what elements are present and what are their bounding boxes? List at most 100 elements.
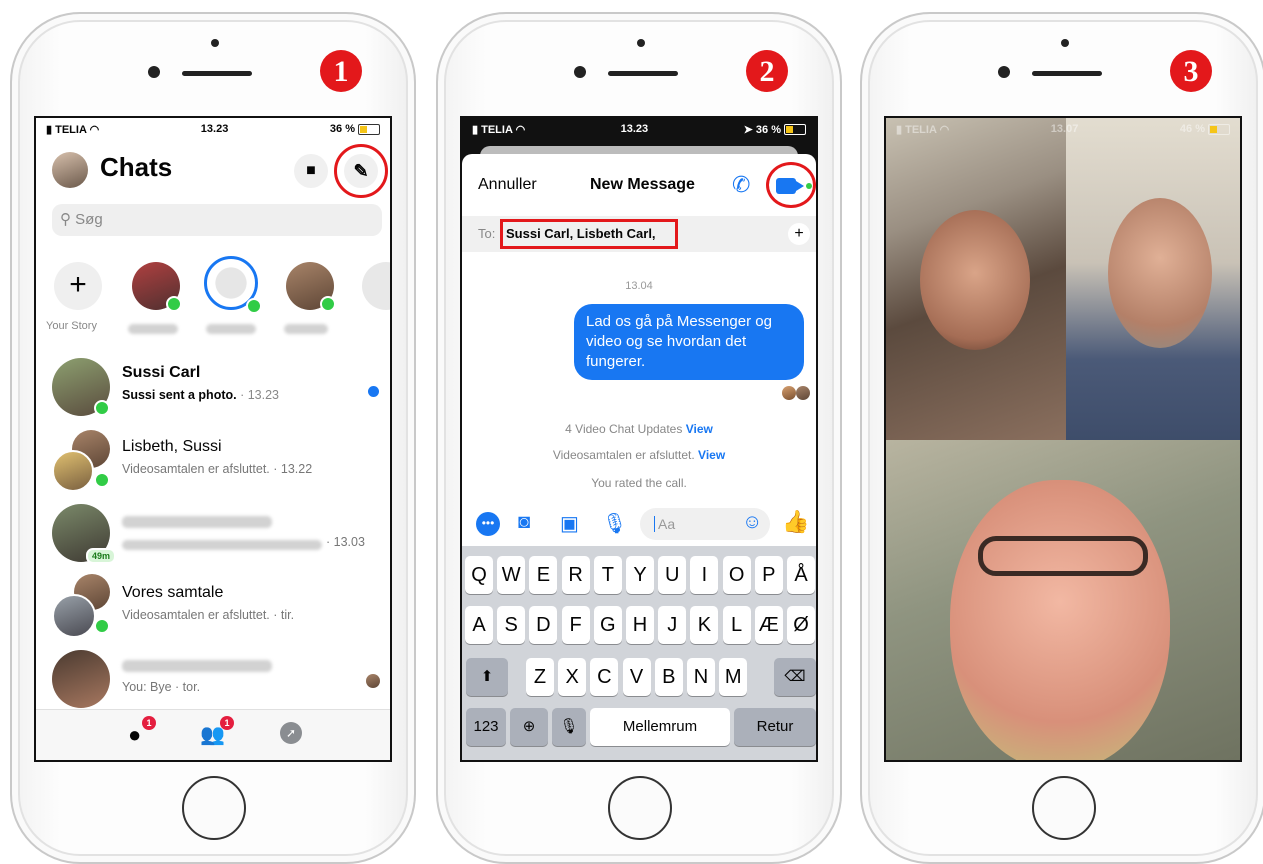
- tab-people[interactable]: 👥 1: [200, 716, 234, 747]
- more-button[interactable]: •••: [476, 512, 500, 536]
- sensor-dot: [1061, 39, 1069, 47]
- camera-button[interactable]: ■: [294, 154, 328, 188]
- view-link[interactable]: View: [686, 422, 713, 436]
- add-recipient-button[interactable]: +: [788, 223, 810, 245]
- voice-button[interactable]: 🎙: [602, 511, 627, 536]
- shift-key[interactable]: ⬆: [466, 658, 508, 696]
- gallery-button[interactable]: ▣: [560, 511, 579, 536]
- unread-dot: [368, 386, 379, 397]
- wifi-icon: ◠: [939, 123, 950, 136]
- message-input[interactable]: Aa ☺: [640, 508, 770, 540]
- view-link[interactable]: View: [698, 448, 725, 462]
- key[interactable]: I: [690, 556, 719, 594]
- key[interactable]: S: [497, 606, 526, 644]
- search-input[interactable]: ⚲ Søg: [52, 204, 382, 236]
- key[interactable]: E: [529, 556, 558, 594]
- to-field[interactable]: To: Sussi Carl, Lisbeth Carl, +: [462, 216, 816, 252]
- profile-avatar[interactable]: [52, 152, 88, 188]
- space-key[interactable]: Mellemrum: [590, 708, 730, 746]
- like-button[interactable]: 👍: [782, 509, 809, 535]
- system-message: Videosamtalen er afsluttet. View: [462, 448, 816, 462]
- key[interactable]: N: [687, 658, 715, 696]
- numbers-key[interactable]: 123: [466, 708, 506, 746]
- add-story-button[interactable]: +: [54, 262, 102, 310]
- video-tile-participant-1: [886, 118, 1066, 440]
- key[interactable]: X: [558, 658, 587, 696]
- tab-badge: 1: [142, 716, 156, 730]
- backspace-key[interactable]: ⌫: [774, 658, 816, 696]
- phone-1: 1 ▮ TELIA ◠ 13.23 36 % Chats ■ ✎ ⚲ Søg +…: [10, 12, 416, 864]
- earpiece-speaker: [182, 71, 252, 76]
- key[interactable]: T: [593, 556, 622, 594]
- key[interactable]: F: [561, 606, 590, 644]
- battery-percent: 36 %: [755, 123, 781, 136]
- chat-preview: Videosamtalen er afsluttet. · tir.: [122, 608, 295, 622]
- front-camera: [574, 66, 586, 78]
- key[interactable]: K: [690, 606, 719, 644]
- front-camera: [998, 66, 1010, 78]
- key[interactable]: J: [658, 606, 687, 644]
- online-indicator: [246, 298, 262, 314]
- status-bar: ▮ TELIA ◠ 13.23 36 %: [36, 118, 390, 140]
- home-button[interactable]: [1032, 776, 1096, 840]
- online-indicator: [166, 296, 182, 312]
- key[interactable]: A: [465, 606, 493, 644]
- key[interactable]: P: [754, 556, 783, 594]
- key[interactable]: Y: [626, 556, 654, 594]
- key[interactable]: B: [654, 658, 683, 696]
- chat-preview: Sussi sent a photo. · 13.23: [122, 388, 279, 402]
- phone-icon: ✆: [732, 172, 751, 197]
- phone-2: 2 ▮ TELIA ◠ 13.23 ➤ 36 % Annuller New Me…: [436, 12, 842, 864]
- message-sheet: Annuller New Message ✆ To: Sussi Carl, L…: [462, 154, 816, 760]
- emoji-button[interactable]: ☺: [742, 511, 762, 534]
- active-time-badge: 49m: [86, 548, 117, 564]
- key[interactable]: O: [722, 556, 751, 594]
- tab-chats[interactable]: ● 1: [128, 716, 156, 748]
- story-avatar[interactable]: [362, 262, 390, 310]
- globe-key[interactable]: ⊕: [510, 708, 548, 746]
- search-placeholder: Søg: [75, 211, 103, 228]
- key[interactable]: Æ: [754, 606, 783, 644]
- key[interactable]: D: [529, 606, 558, 644]
- chat-row[interactable]: Vores samtale Videosamtalen er afsluttet…: [36, 574, 390, 644]
- key[interactable]: R: [561, 556, 590, 594]
- key[interactable]: Å: [787, 556, 815, 594]
- chat-row[interactable]: Sussi Carl Sussi sent a photo. · 13.23: [36, 354, 390, 424]
- return-key[interactable]: Retur: [734, 708, 816, 746]
- tab-discover[interactable]: ➚: [280, 722, 302, 744]
- key[interactable]: V: [622, 658, 651, 696]
- clock: 13.23: [200, 123, 229, 135]
- key[interactable]: C: [590, 658, 619, 696]
- key[interactable]: Z: [526, 658, 554, 696]
- key[interactable]: U: [658, 556, 687, 594]
- chat-row[interactable]: Lisbeth, Sussi Videosamtalen er afslutte…: [36, 428, 390, 498]
- key[interactable]: G: [593, 606, 622, 644]
- camera-button[interactable]: ◙: [518, 511, 530, 534]
- earpiece-speaker: [1032, 71, 1102, 76]
- chat-row[interactable]: You: Bye · tor.: [36, 646, 390, 716]
- system-message: 4 Video Chat Updates View: [462, 422, 816, 436]
- dictation-key[interactable]: 🎙: [552, 708, 586, 746]
- key[interactable]: Ø: [787, 606, 815, 644]
- key[interactable]: H: [626, 606, 654, 644]
- key[interactable]: W: [497, 556, 526, 594]
- wifi-icon: ◠: [515, 123, 526, 136]
- key[interactable]: L: [722, 606, 751, 644]
- avatar: [52, 594, 96, 638]
- chat-row[interactable]: 49m · 13.03: [36, 502, 390, 572]
- home-button[interactable]: [182, 776, 246, 840]
- system-message-text: 4 Video Chat Updates: [565, 422, 683, 436]
- wifi-icon: ◠: [89, 123, 100, 136]
- home-button[interactable]: [608, 776, 672, 840]
- key[interactable]: Q: [465, 556, 493, 594]
- video-call-screen: ▮ TELIA ◠ 13.07 46 %: [884, 116, 1242, 762]
- shift-icon: ⬆: [480, 668, 494, 685]
- sensor-dot: [637, 39, 645, 47]
- key[interactable]: M: [719, 658, 748, 696]
- cancel-button[interactable]: Annuller: [478, 176, 537, 194]
- signal-icon: ▮: [472, 123, 479, 136]
- audio-call-button[interactable]: ✆: [732, 172, 750, 198]
- front-camera: [148, 66, 160, 78]
- avatar: [52, 650, 110, 708]
- message-bubble[interactable]: Lad os gå på Messenger og video og se hv…: [574, 304, 804, 380]
